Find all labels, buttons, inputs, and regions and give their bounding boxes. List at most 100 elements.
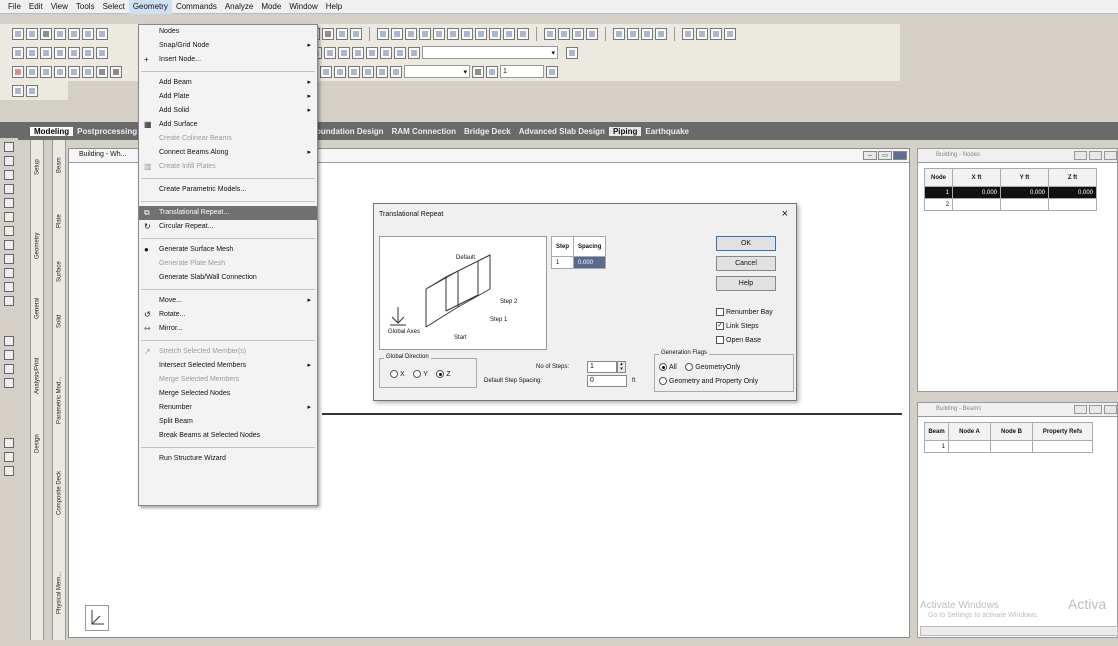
minimize-icon[interactable] [1074, 151, 1087, 160]
front-view-icon[interactable] [586, 27, 598, 40]
close-window-icon[interactable] [1104, 405, 1117, 414]
menu-item-add-beam[interactable]: Add Beam [139, 76, 317, 90]
node-tool-icon[interactable] [4, 142, 14, 152]
num-steps-input[interactable]: 1 [587, 361, 617, 373]
menu-item-insert-node[interactable]: + Insert Node... [139, 53, 317, 67]
label-icon[interactable] [433, 27, 445, 40]
zoom-out-icon[interactable] [324, 46, 336, 59]
tab-bridge-deck[interactable]: Bridge Deck [460, 127, 515, 136]
menu-item-break-beams-at-selected-nodes[interactable]: Break Beams at Selected Nodes [139, 429, 317, 443]
snap-icon[interactable] [12, 84, 24, 97]
menu-item-add-surface[interactable]: ▦ Add Surface [139, 118, 317, 132]
side-view-icon[interactable] [641, 27, 653, 40]
menu-view[interactable]: View [47, 0, 72, 14]
window-view-icon[interactable] [724, 27, 736, 40]
table-view-icon[interactable] [696, 27, 708, 40]
question-icon[interactable] [566, 46, 578, 59]
deflection-icon[interactable] [390, 65, 402, 78]
menu-item-generate-surface-mesh[interactable]: ● Generate Surface Mesh [139, 243, 317, 257]
cut-icon[interactable] [68, 27, 80, 40]
step-spinner-icon[interactable] [546, 65, 558, 78]
menu-item-rotate[interactable]: ↺ Rotate... [139, 308, 317, 322]
table-cell[interactable]: 2 [924, 198, 953, 211]
ok-button[interactable]: OK [716, 236, 776, 251]
copy-icon[interactable] [82, 27, 94, 40]
direction-x-radio[interactable]: X [390, 370, 405, 378]
radio-circle[interactable] [436, 370, 445, 378]
radio-circle[interactable] [390, 370, 398, 378]
animation-icon[interactable] [362, 65, 374, 78]
deck-tool-icon[interactable] [4, 438, 14, 448]
table-row[interactable]: 1 0.000 0.000 0.000 [924, 186, 1097, 199]
checkbox-box[interactable] [716, 336, 724, 344]
support-icon[interactable] [54, 65, 66, 78]
view-top-icon[interactable] [68, 46, 80, 59]
tab-earthquake[interactable]: Earthquake [641, 127, 693, 136]
menu-tools[interactable]: Tools [72, 0, 99, 14]
zoom-icon[interactable] [572, 27, 584, 40]
display-icon[interactable] [408, 46, 420, 59]
radio-circle[interactable] [659, 363, 667, 371]
material-icon[interactable] [96, 65, 108, 78]
step-field[interactable]: 1 [500, 65, 544, 78]
table-cell[interactable]: 0.000 [952, 186, 1001, 199]
table-cell[interactable] [1032, 440, 1093, 453]
solid-view-icon[interactable] [322, 27, 334, 40]
menu-item-merge-selected-nodes[interactable]: Merge Selected Nodes [139, 387, 317, 401]
results-icon[interactable] [348, 65, 360, 78]
menu-file[interactable]: File [4, 0, 25, 14]
menu-item-add-plate[interactable]: Add Plate [139, 90, 317, 104]
menu-item-mirror[interactable]: ⇿ Mirror... [139, 322, 317, 336]
help-button[interactable]: Help [716, 276, 776, 291]
delete-icon[interactable] [96, 27, 108, 40]
tab-modeling[interactable]: Modeling [30, 126, 74, 136]
grid-icon[interactable] [26, 84, 38, 97]
radio-circle[interactable] [659, 377, 667, 385]
rotate-view-icon[interactable] [544, 27, 556, 40]
table-cell[interactable] [990, 440, 1033, 453]
check-icon[interactable] [320, 65, 332, 78]
report-icon[interactable] [376, 65, 388, 78]
close-window-icon[interactable] [893, 151, 907, 160]
property-tool-icon[interactable] [4, 240, 14, 250]
checkbox-box[interactable]: ✓ [716, 322, 724, 330]
menu-item-snap-grid-node[interactable]: Snap/Grid Node [139, 39, 317, 53]
renumber-bay-checkbox[interactable]: Renumber Bay [716, 308, 773, 316]
flag-geometry-property-radio[interactable]: Geometry and Property Only [659, 377, 758, 385]
save-icon[interactable] [40, 27, 52, 40]
analysis-tool-icon[interactable] [4, 336, 14, 346]
print-icon[interactable] [54, 27, 66, 40]
vtab-analysis-print[interactable]: Analysis/Print [32, 336, 43, 416]
cancel-button[interactable]: Cancel [716, 256, 776, 271]
shade-icon[interactable] [336, 27, 348, 40]
view-selection-dropdown[interactable]: ▾ [422, 46, 558, 59]
vtab-setup[interactable]: Setup [32, 148, 43, 186]
restore-icon[interactable]: ▭ [878, 151, 892, 160]
plate-tool-icon[interactable] [4, 170, 14, 180]
spacing-cell[interactable]: 0.000 [573, 256, 607, 269]
section-icon[interactable] [40, 65, 52, 78]
menu-item-create-parametric-models[interactable]: Create Parametric Models... [139, 183, 317, 197]
spec-tool-icon[interactable] [4, 254, 14, 264]
menu-edit[interactable]: Edit [25, 0, 47, 14]
step-back-icon[interactable] [472, 65, 484, 78]
direction-y-radio[interactable]: Y [413, 370, 428, 378]
structure-icon[interactable] [12, 65, 24, 78]
menu-item-circular-repeat[interactable]: ↻ Circular Repeat... [139, 220, 317, 234]
view-left-icon[interactable] [40, 46, 52, 59]
vtab-geometry[interactable]: Geometry [32, 220, 43, 272]
menu-item-translational-repeat[interactable]: ⧉ Translational Repeat... [139, 206, 317, 220]
isometric-view-icon[interactable] [627, 27, 639, 40]
table-cell[interactable]: 0.000 [1000, 186, 1049, 199]
menu-help[interactable]: Help [322, 0, 346, 14]
load-case-dropdown[interactable]: ▾ [404, 65, 470, 78]
zoom-previous-icon[interactable] [352, 46, 364, 59]
dimension-icon[interactable] [419, 27, 431, 40]
mesh-tool-icon[interactable] [4, 452, 14, 462]
design-tool-icon[interactable] [4, 364, 14, 374]
magnify-icon[interactable] [394, 46, 406, 59]
surface-tool-icon[interactable] [4, 184, 14, 194]
minimize-icon[interactable]: – [863, 151, 877, 160]
menu-item-nodes[interactable]: Nodes [139, 25, 317, 39]
menu-item-run-structure-wizard[interactable]: Run Structure Wizard [139, 452, 317, 466]
